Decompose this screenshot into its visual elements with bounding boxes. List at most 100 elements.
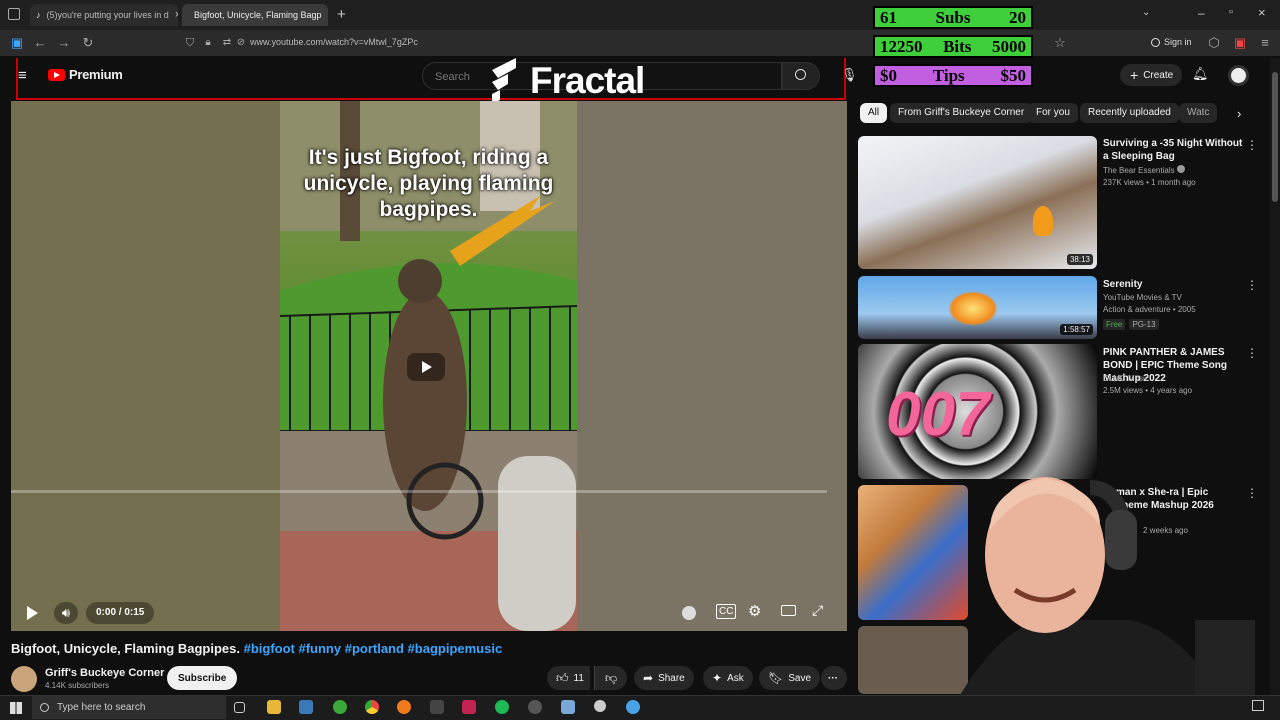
browser-icon[interactable] — [626, 700, 640, 714]
autoplay-toggle[interactable] — [682, 606, 696, 620]
reload-icon[interactable]: ↻ — [79, 34, 97, 52]
theater-mode-icon[interactable] — [781, 605, 796, 616]
avatar[interactable] — [1228, 65, 1249, 86]
sparkle-icon: ✦ — [712, 671, 723, 685]
search-icon — [795, 69, 806, 80]
create-button[interactable]: + Create — [1120, 64, 1182, 86]
volume-button[interactable]: 🔊︎ — [54, 602, 78, 624]
xbox-icon[interactable] — [333, 700, 347, 714]
subscribe-label: Subscribe — [178, 672, 227, 684]
tracking-icon[interactable]: ⊘ — [232, 34, 250, 52]
player-letterbox-left — [11, 101, 280, 631]
minimize-icon[interactable]: – — [1198, 6, 1205, 20]
extensions-icon[interactable]: ⬡ — [1205, 34, 1223, 52]
dislike-button[interactable]: 👎︎ — [594, 666, 628, 690]
chip-all[interactable]: All — [860, 103, 888, 123]
youtube-logo[interactable]: Premium — [48, 67, 123, 82]
more-vert-icon[interactable]: ⋮ — [1246, 278, 1258, 292]
firefox-icon[interactable] — [397, 700, 411, 714]
windows-start-icon[interactable] — [10, 702, 22, 714]
settings-gear-icon[interactable] — [594, 700, 606, 712]
app-icon[interactable] — [430, 700, 444, 714]
chip-recently-uploaded[interactable]: Recently uploaded — [1080, 103, 1179, 123]
related-channel[interactable]: The Bear Essentials — [1103, 165, 1185, 175]
streamer-illustration — [960, 477, 1255, 695]
task-view-icon[interactable] — [234, 702, 245, 713]
related-title[interactable]: Surviving a -35 Night Without a Sleeping… — [1103, 137, 1243, 163]
obs-icon[interactable] — [528, 700, 542, 714]
tab-previous[interactable]: ♪ (5)you're putting your lives in d × — [30, 4, 178, 26]
play-icon — [27, 606, 38, 620]
maximize-icon[interactable]: ▫ — [1229, 6, 1233, 18]
video-title: Bigfoot, Unicycle, Flaming Bagpipes. #bi… — [11, 641, 502, 656]
chip-for-you[interactable]: For you — [1028, 103, 1078, 123]
sidebar-toggle-icon[interactable]: ▣ — [8, 34, 26, 52]
center-play-button[interactable] — [407, 353, 445, 381]
chrome-icon[interactable] — [365, 700, 379, 714]
video-player[interactable]: It's just Bigfoot, riding a unicycle, pl… — [11, 101, 847, 631]
chip-from-channel[interactable]: From Griff's Buckeye Corner — [890, 103, 1033, 123]
related-thumbnail[interactable] — [858, 626, 968, 694]
close-tab-icon[interactable]: × — [175, 9, 178, 21]
save-label: Save — [788, 672, 812, 684]
notes-icon[interactable] — [561, 700, 575, 714]
bookmark-icon: 🔖︎ — [768, 671, 784, 685]
notification-icon[interactable] — [1252, 700, 1264, 711]
captions-icon[interactable]: CC — [716, 604, 737, 619]
more-vert-icon[interactable]: ⋮ — [1246, 138, 1258, 152]
spotify-icon[interactable] — [495, 700, 509, 714]
related-channel[interactable]: CLMC Music — [1103, 374, 1149, 383]
chevron-down-icon[interactable]: ⌄ — [1142, 7, 1150, 18]
save-button[interactable]: 🔖︎ Save — [759, 666, 821, 690]
shield-icon[interactable]: ⛉ — [181, 34, 199, 52]
related-thumbnail[interactable]: 38:13 — [858, 136, 1097, 269]
play-button[interactable] — [22, 603, 42, 623]
settings-gear-icon[interactable]: ⚙ — [748, 602, 761, 620]
more-actions-button[interactable]: ··· — [821, 666, 847, 690]
hashtag-links[interactable]: #bigfoot #funny #portland #bagpipemusic — [244, 641, 503, 656]
steam-icon[interactable] — [299, 700, 313, 714]
channel-name[interactable]: Griff's Buckeye Corner — [45, 667, 164, 679]
notifications-bell-icon[interactable]: 🔔︎ — [1192, 66, 1209, 82]
tab-actions-icon[interactable] — [8, 8, 20, 20]
channel-avatar[interactable] — [11, 666, 37, 692]
fullscreen-icon[interactable]: ⤢ — [812, 602, 823, 619]
related-thumbnail[interactable] — [858, 485, 968, 620]
back-icon[interactable]: ← — [31, 34, 49, 52]
subscribe-button[interactable]: Subscribe — [167, 666, 238, 690]
forward-icon[interactable]: → — [55, 34, 73, 52]
star-icon[interactable]: ☆ — [1051, 34, 1069, 52]
goal-target: $50 — [1000, 65, 1026, 85]
share-button[interactable]: ➦ Share — [634, 666, 694, 690]
video-title-text: Bigfoot, Unicycle, Flaming Bagpipes. — [11, 641, 240, 656]
chevron-right-icon[interactable]: › — [1237, 106, 1241, 121]
goal-label: Subs — [935, 7, 971, 27]
verified-icon — [1176, 165, 1185, 173]
new-tab-button[interactable]: + — [337, 6, 346, 23]
more-vert-icon[interactable]: ⋮ — [1246, 346, 1258, 360]
sign-in-button[interactable]: Sign in — [1151, 37, 1192, 47]
search-button[interactable] — [782, 62, 820, 90]
tips-goal-bar: $0 Tips $50 — [873, 64, 1033, 87]
chip-watched[interactable]: Watc — [1179, 103, 1217, 123]
close-window-icon[interactable]: × — [1258, 5, 1266, 20]
url-field[interactable]: www.youtube.com/watch?v=vMtwl_7gZPc — [250, 37, 418, 47]
progress-bar[interactable] — [11, 490, 827, 493]
taskbar-search-box[interactable]: Type here to search — [32, 696, 226, 719]
file-explorer-icon[interactable] — [267, 700, 281, 714]
addon-icon[interactable]: ▣ — [1231, 34, 1249, 52]
related-thumbnail[interactable]: 1:58:57 — [858, 276, 1097, 339]
microphone-icon[interactable]: 🎙︎ — [841, 67, 858, 83]
webcam-overlay — [960, 440, 1280, 695]
menu-icon[interactable]: ≡ — [1256, 34, 1274, 52]
related-channel[interactable]: YouTube Movies & TV — [1103, 293, 1182, 302]
ask-button[interactable]: ✦ Ask — [703, 666, 753, 690]
related-title[interactable]: Serenity — [1103, 278, 1243, 291]
next-app-icon[interactable] — [462, 700, 476, 714]
play-icon — [422, 361, 432, 373]
tab-active[interactable]: Bigfoot, Unicycle, Flaming Bagp × — [182, 4, 328, 26]
like-button[interactable]: 👍︎ 11 — [547, 666, 590, 690]
related-meta: Action & adventure • 2005 — [1103, 305, 1196, 314]
scrollbar-thumb[interactable] — [1272, 72, 1278, 202]
hamburger-icon[interactable]: ≡ — [18, 67, 27, 84]
